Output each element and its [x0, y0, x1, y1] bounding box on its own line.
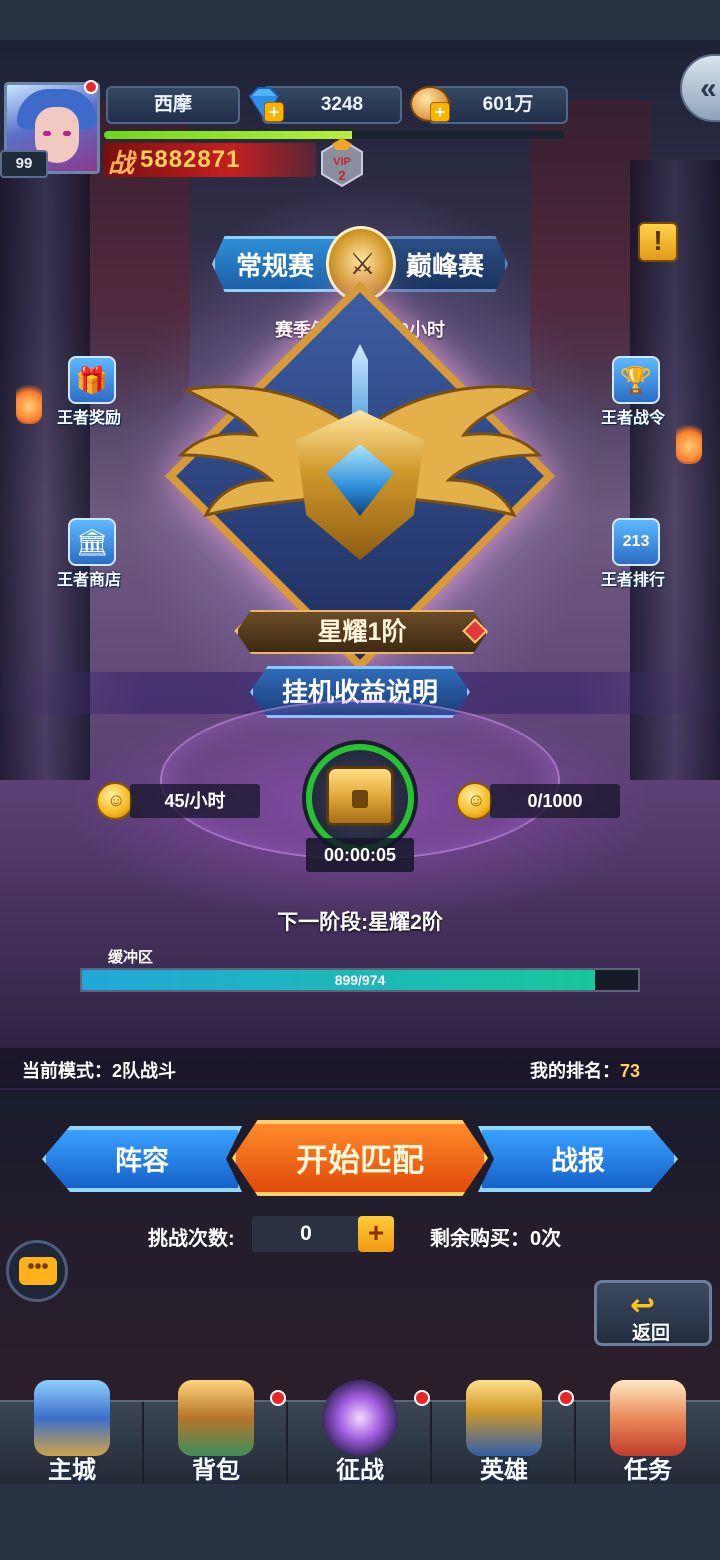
chat-bubble-icon: ••• — [19, 1257, 57, 1285]
king-shop-label: 王者商店 — [56, 572, 121, 589]
nav-badge-dot — [558, 1390, 574, 1406]
avatar-notification-dot — [84, 80, 98, 94]
helmet-icon — [466, 1380, 542, 1456]
nav-label: 英雄 — [480, 1457, 528, 1484]
nav-tasks[interactable]: 任务 — [576, 1380, 720, 1486]
king-ranking-button[interactable]: 213 王者排行 — [578, 518, 688, 598]
status-bar — [0, 0, 720, 14]
player-level-badge: 99 — [0, 150, 48, 178]
nav-backpack[interactable]: 背包 — [144, 1380, 288, 1486]
shop-icon: 🏛 — [68, 518, 116, 566]
return-label: 返回 — [632, 1323, 671, 1344]
stored-income: 0/1000 — [490, 784, 620, 818]
info-alert-button[interactable]: ! — [638, 222, 678, 262]
nav-label: 任务 — [624, 1457, 672, 1484]
experience-fill — [104, 131, 353, 139]
podium-icon: 213 — [612, 518, 660, 566]
nav-label: 背包 — [192, 1457, 240, 1484]
crossed-swords-icon: ⚔ — [349, 248, 376, 281]
trophy-icon: 🏆 — [612, 356, 660, 404]
scroll-icon — [610, 1380, 686, 1456]
avatar-eye — [43, 131, 51, 136]
rank-progress-bar: 899/974 — [80, 968, 640, 992]
current-rank-banner: 星耀1阶 — [236, 610, 488, 654]
challenge-count-label: 挑战次数: — [148, 1228, 235, 1250]
remaining-purchases: 剩余购买：0次 — [430, 1228, 562, 1250]
add-diamond-button[interactable]: + — [264, 102, 284, 122]
income-rate: 45/小时 — [130, 784, 260, 818]
king-reward-button[interactable]: 🎁 王者奖励 — [34, 356, 144, 436]
chevron-left-icon: « — [700, 72, 717, 105]
king-shop-button[interactable]: 🏛 王者商店 — [34, 518, 144, 598]
king-battlepass-label: 王者战令 — [600, 410, 665, 427]
coin-icon: ☺ — [96, 782, 134, 820]
my-rank-label: 我的排名： — [530, 1061, 620, 1081]
buy-challenge-button[interactable]: + — [358, 1216, 394, 1252]
start-match-button[interactable]: 开始匹配 — [232, 1120, 488, 1196]
vip-label: VIP — [333, 156, 351, 168]
nav-label: 征战 — [336, 1457, 384, 1484]
nav-campaign[interactable]: 征战 — [288, 1380, 432, 1486]
vip-badge-icon[interactable]: VIP 2 — [318, 138, 366, 188]
tab-peak-season[interactable]: 巅峰赛 — [382, 236, 508, 292]
chest-timer: 00:00:05 — [306, 838, 414, 872]
buffer-zone-label: 缓冲区 — [108, 949, 154, 966]
king-battlepass-button[interactable]: 🏆 王者战令 — [578, 356, 688, 436]
nav-badge-dot — [270, 1390, 286, 1406]
vip-level: 2 — [338, 168, 345, 183]
king-ranking-label: 王者排行 — [600, 572, 665, 589]
castle-icon — [34, 1380, 110, 1456]
gift-icon: 🎁 — [68, 356, 116, 404]
current-mode: 当前模式：2队战斗 — [22, 1061, 177, 1081]
king-reward-label: 王者奖励 — [56, 410, 121, 427]
my-rank-value: 73 — [620, 1061, 641, 1081]
combat-power-value: 5882871 — [140, 146, 241, 173]
nav-main-city[interactable]: 主城 — [0, 1380, 144, 1486]
chat-button[interactable]: ••• — [6, 1240, 68, 1302]
coin-icon: ☺ — [456, 782, 494, 820]
add-gold-button[interactable]: + — [430, 102, 450, 122]
bottom-navigation: 主城 背包 征战 英雄 任务 — [0, 1380, 720, 1486]
tab-regular-season[interactable]: 常规赛 — [212, 236, 338, 292]
rank-progress-text: 899/974 — [334, 972, 386, 988]
challenge-count-value: 0 — [252, 1216, 360, 1252]
chest-lock-icon — [352, 790, 368, 808]
nav-heroes[interactable]: 英雄 — [432, 1380, 576, 1486]
my-rank: 我的排名：73 — [530, 1057, 640, 1083]
combat-power-label: 战 — [108, 148, 135, 178]
nav-label: 主城 — [48, 1457, 96, 1484]
system-nav-area — [0, 1484, 720, 1560]
battle-report-button[interactable]: 战报 — [478, 1126, 678, 1192]
lineup-button[interactable]: 阵容 — [42, 1126, 242, 1192]
dragon-portal-icon — [322, 1380, 398, 1456]
avatar-eye — [63, 131, 71, 136]
nav-badge-dot — [414, 1390, 430, 1406]
treasure-bag-icon — [178, 1380, 254, 1456]
next-stage-label: 下一阶段:星耀2阶 — [277, 911, 443, 934]
player-name: 西摩 — [106, 86, 240, 124]
